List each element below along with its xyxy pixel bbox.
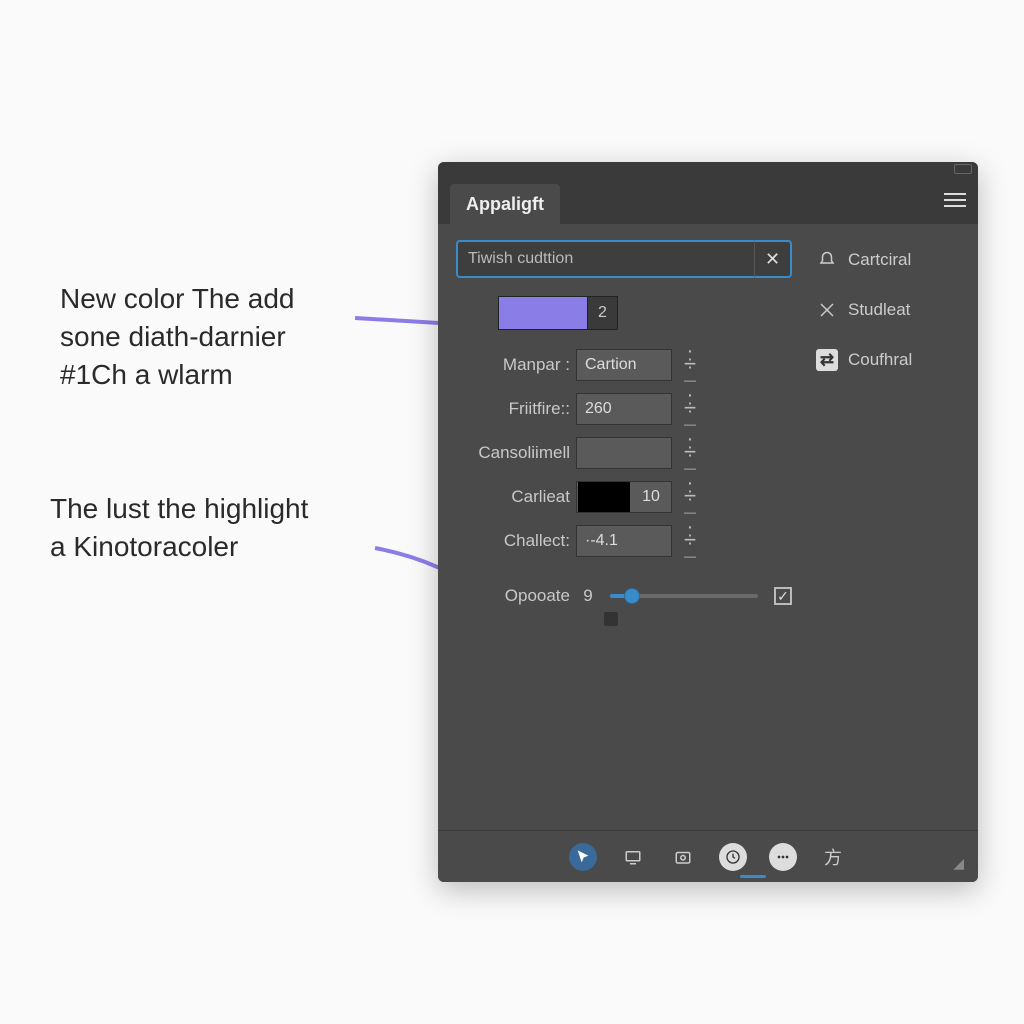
annotation-1: New color The add sone diath-darnier #1C… — [60, 280, 400, 393]
carlieat-color-swatch[interactable] — [578, 482, 630, 512]
prop-input-consoli[interactable] — [576, 437, 672, 469]
slider-thumb[interactable] — [624, 588, 640, 604]
footer-active-underline — [740, 875, 766, 878]
clear-search-button[interactable]: ✕ — [754, 240, 792, 278]
slider-checkbox[interactable]: ✓ — [774, 587, 792, 605]
slider-value: 9 — [576, 586, 600, 606]
footer-clock-icon[interactable] — [719, 843, 747, 871]
side-button-label: Studleat — [848, 300, 910, 320]
stepper-carlieat[interactable]: ÷ — [676, 481, 704, 513]
prop-input-friifire[interactable] — [576, 393, 672, 425]
cross-pencil-icon — [816, 299, 838, 321]
stepper-consoli[interactable]: ÷ — [676, 437, 704, 469]
panel-right-column: Cartciral Studleat ⇄ Coufhral — [810, 240, 960, 818]
prop-row-consoli: Cansoliimell ÷ — [456, 436, 792, 470]
prop-row-carlieat: Carlieat 10 ÷ — [456, 480, 792, 514]
prop-label-mangar: Manpar : — [456, 355, 576, 375]
prop-input-carlieat[interactable]: 10 — [576, 481, 672, 513]
stepper-friifire[interactable]: ÷ — [676, 393, 704, 425]
slider-row-opooate: Opooate 9 ✓ — [456, 586, 792, 606]
side-button-coufhral[interactable]: ⇄ Coufhral — [810, 340, 960, 380]
side-button-cartciral[interactable]: Cartciral — [810, 240, 960, 280]
bell-icon — [816, 249, 838, 271]
annotation-1-line2: sone diath-darnier — [60, 321, 286, 352]
panel-topbar — [438, 162, 978, 176]
prop-row-friifire: Friitfire:: ÷ — [456, 392, 792, 426]
footer-camera-icon[interactable] — [669, 843, 697, 871]
panel-footer: 方 ◢ — [438, 830, 978, 882]
slider-label: Opooate — [456, 586, 576, 606]
footer-character-icon[interactable]: 方 — [819, 843, 847, 871]
panel-left-column: ✕ 2 Manpar : ÷ Friitfire:: ÷ Cansoliimel… — [456, 240, 792, 818]
panel-body: ✕ 2 Manpar : ÷ Friitfire:: ÷ Cansoliimel… — [438, 224, 978, 830]
annotation-1-line3: #1Ch a wlarm — [60, 359, 233, 390]
stepper-challect[interactable]: ÷ — [676, 525, 704, 557]
speaker-icon[interactable] — [604, 612, 618, 626]
prop-input-challect[interactable] — [576, 525, 672, 557]
hamburger-menu-icon[interactable] — [944, 193, 966, 207]
color-swatch[interactable] — [498, 296, 588, 330]
side-button-label: Coufhral — [848, 350, 912, 370]
color-swatch-row: 2 — [498, 296, 792, 330]
prop-input-mangar[interactable] — [576, 349, 672, 381]
carlieat-value: 10 — [631, 488, 671, 506]
panel-tabbar: Appaligft — [438, 176, 978, 224]
prop-label-carlieat: Carlieat — [456, 487, 576, 507]
annotation-2-line2: a Kinotoracoler — [50, 531, 238, 562]
annotation-2-line1: The lust the highlight — [50, 493, 308, 524]
annotation-2: The lust the highlight a Kinotoracoler — [50, 490, 410, 566]
footer-screen-icon[interactable] — [619, 843, 647, 871]
prop-label-friifire: Friitfire:: — [456, 399, 576, 419]
side-button-label: Cartciral — [848, 250, 911, 270]
prop-label-consoli: Cansoliimell — [456, 443, 576, 463]
properties-panel: Appaligft ✕ 2 Manpar : ÷ — [438, 162, 978, 882]
side-button-studleat[interactable]: Studleat — [810, 290, 960, 330]
prop-label-challect: Challect: — [456, 531, 576, 551]
prop-row-mangar: Manpar : ÷ — [456, 348, 792, 382]
search-row: ✕ — [456, 240, 792, 278]
slider-track[interactable] — [610, 594, 758, 598]
stepper-mangar[interactable]: ÷ — [676, 349, 704, 381]
window-control-icon[interactable] — [954, 164, 972, 174]
close-icon: ✕ — [765, 249, 780, 270]
prop-row-challect: Challect: ÷ — [456, 524, 792, 558]
swap-icon: ⇄ — [816, 349, 838, 371]
tab-appalight[interactable]: Appaligft — [450, 184, 560, 225]
search-input[interactable] — [456, 240, 754, 278]
footer-cursor-icon[interactable] — [569, 843, 597, 871]
resize-grip-icon[interactable]: ◢ — [953, 855, 964, 872]
swatch-value: 2 — [588, 296, 618, 330]
footer-more-icon[interactable] — [769, 843, 797, 871]
annotation-1-line1: New color The add — [60, 283, 295, 314]
